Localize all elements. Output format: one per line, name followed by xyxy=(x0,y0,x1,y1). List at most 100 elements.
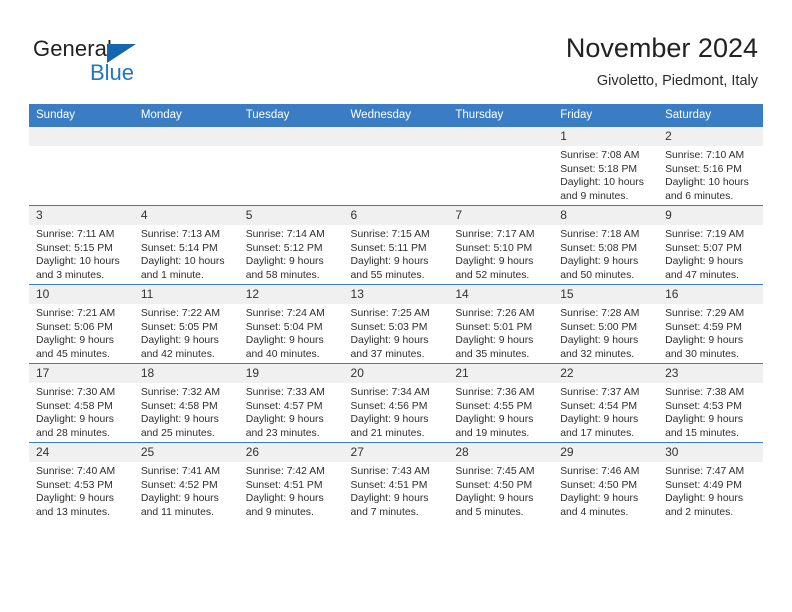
day-number: 5 xyxy=(238,206,344,225)
daylight-duration-line1: Daylight: 9 hours xyxy=(140,414,219,426)
calendar-day-cell[interactable]: 20 Sunrise: 7:34 AM Sunset: 4:56 PM Dayligh… xyxy=(343,363,449,443)
sunset-time: Sunset: 5:07 PM xyxy=(665,242,742,254)
day-sun-info: Sunrise: 7:29 AM Sunset: 4:59 PM Daylight:… xyxy=(658,304,763,361)
calendar-day-cell[interactable]: 6 Sunrise: 7:15 AM Sunset: 5:11 PM Daylight… xyxy=(343,205,449,285)
day-sun-info: Sunrise: 7:30 AM Sunset: 4:58 PM Daylight:… xyxy=(29,383,134,440)
daylight-duration-line2: and 6 minutes. xyxy=(665,190,734,202)
calendar-day-cell[interactable]: 1 Sunrise: 7:08 AM Sunset: 5:18 PM Daylight… xyxy=(553,126,659,206)
calendar-day-cell[interactable]: 3 Sunrise: 7:11 AM Sunset: 5:15 PM Daylight… xyxy=(29,205,134,285)
calendar-day-cell[interactable]: 30 Sunrise: 7:47 AM Sunset: 4:49 PM Dayligh… xyxy=(658,442,763,521)
sunset-time: Sunset: 5:00 PM xyxy=(560,321,638,333)
calendar-day-cell[interactable]: 7 Sunrise: 7:17 AM Sunset: 5:10 PM Daylight… xyxy=(448,205,554,285)
day-number: 13 xyxy=(343,285,449,304)
day-number: 15 xyxy=(553,285,659,304)
calendar-page: General Blue November 2024 Givoletto, Pi… xyxy=(0,0,792,612)
day-sun-info: Sunrise: 7:46 AM Sunset: 4:50 PM Daylight:… xyxy=(553,462,658,519)
daylight-duration-line2: and 15 minutes. xyxy=(665,427,739,439)
daylight-duration-line1: Daylight: 9 hours xyxy=(36,335,114,347)
calendar-cell-empty[interactable] xyxy=(133,126,239,206)
calendar-day-cell[interactable]: 10 Sunrise: 7:21 AM Sunset: 5:06 PM Dayligh… xyxy=(29,284,134,364)
daylight-duration-line1: Daylight: 9 hours xyxy=(560,414,639,426)
sunset-time: Sunset: 5:05 PM xyxy=(140,321,218,333)
sunset-time: Sunset: 4:51 PM xyxy=(350,479,428,491)
daylight-duration-line1: Daylight: 9 hours xyxy=(140,493,219,505)
calendar-cell-empty[interactable] xyxy=(29,126,134,206)
calendar-day-cell[interactable]: 28 Sunrise: 7:45 AM Sunset: 4:50 PM Dayligh… xyxy=(448,442,554,521)
calendar-day-cell[interactable]: 21 Sunrise: 7:36 AM Sunset: 4:55 PM Dayligh… xyxy=(448,363,554,443)
calendar-day-cell[interactable]: 22 Sunrise: 7:37 AM Sunset: 4:54 PM Dayligh… xyxy=(553,363,659,443)
daylight-duration-line1: Daylight: 9 hours xyxy=(560,256,639,268)
calendar-day-cell[interactable]: 13 Sunrise: 7:25 AM Sunset: 5:03 PM Dayligh… xyxy=(343,284,449,364)
daylight-duration-line1: Daylight: 9 hours xyxy=(455,335,534,347)
sunset-time: Sunset: 5:11 PM xyxy=(350,242,427,254)
daylight-duration-line2: and 5 minutes. xyxy=(455,506,524,518)
day-number: 19 xyxy=(238,364,344,383)
calendar-day-cell[interactable]: 12 Sunrise: 7:24 AM Sunset: 5:04 PM Dayligh… xyxy=(238,284,344,364)
daylight-duration-line1: Daylight: 9 hours xyxy=(665,335,744,347)
calendar-day-cell[interactable]: 16 Sunrise: 7:29 AM Sunset: 4:59 PM Dayligh… xyxy=(658,284,763,364)
sunset-time: Sunset: 4:59 PM xyxy=(665,321,742,333)
calendar-day-cell[interactable]: 25 Sunrise: 7:41 AM Sunset: 4:52 PM Dayligh… xyxy=(133,442,239,521)
daylight-duration-line2: and 3 minutes. xyxy=(36,269,105,281)
sunset-time: Sunset: 4:50 PM xyxy=(455,479,533,491)
sunset-time: Sunset: 5:08 PM xyxy=(560,242,638,254)
sunrise-time: Sunrise: 7:32 AM xyxy=(140,387,220,398)
day-sun-info: Sunrise: 7:32 AM Sunset: 4:58 PM Daylight:… xyxy=(134,383,239,440)
day-number xyxy=(133,127,239,146)
calendar-day-cell[interactable]: 9 Sunrise: 7:19 AM Sunset: 5:07 PM Daylight… xyxy=(658,205,763,285)
day-number: 17 xyxy=(29,364,134,383)
weekday-header-saturday: Saturday xyxy=(658,104,763,127)
day-number: 26 xyxy=(238,443,344,462)
day-number: 23 xyxy=(658,364,763,383)
general-blue-logo[interactable]: General Blue xyxy=(33,36,193,86)
day-sun-info: Sunrise: 7:47 AM Sunset: 4:49 PM Daylight:… xyxy=(658,462,763,519)
calendar-cell-empty[interactable] xyxy=(238,126,344,206)
calendar-day-cell[interactable]: 26 Sunrise: 7:42 AM Sunset: 4:51 PM Dayligh… xyxy=(238,442,344,521)
sunset-time: Sunset: 5:06 PM xyxy=(36,321,113,333)
sunset-time: Sunset: 4:58 PM xyxy=(140,400,218,412)
daylight-duration-line2: and 32 minutes. xyxy=(560,348,635,360)
calendar-day-cell[interactable]: 2 Sunrise: 7:10 AM Sunset: 5:16 PM Daylight… xyxy=(658,126,763,206)
day-sun-info: Sunrise: 7:43 AM Sunset: 4:51 PM Daylight:… xyxy=(344,462,449,519)
daylight-duration-line2: and 7 minutes. xyxy=(350,506,419,518)
calendar-day-cell[interactable]: 19 Sunrise: 7:33 AM Sunset: 4:57 PM Dayligh… xyxy=(238,363,344,443)
calendar-day-cell[interactable]: 5 Sunrise: 7:14 AM Sunset: 5:12 PM Daylight… xyxy=(238,205,344,285)
day-number: 30 xyxy=(658,443,763,462)
day-number: 7 xyxy=(448,206,554,225)
daylight-duration-line1: Daylight: 9 hours xyxy=(665,256,744,268)
calendar-cell-empty[interactable] xyxy=(448,126,554,206)
calendar-day-cell[interactable]: 4 Sunrise: 7:13 AM Sunset: 5:14 PM Daylight… xyxy=(133,205,239,285)
day-number: 25 xyxy=(133,443,239,462)
sunrise-time: Sunrise: 7:34 AM xyxy=(350,387,430,398)
calendar-cell-empty[interactable] xyxy=(343,126,449,206)
calendar-day-cell[interactable]: 11 Sunrise: 7:22 AM Sunset: 5:05 PM Dayligh… xyxy=(133,284,239,364)
sunset-time: Sunset: 5:12 PM xyxy=(245,242,323,254)
calendar-day-cell[interactable]: 24 Sunrise: 7:40 AM Sunset: 4:53 PM Dayligh… xyxy=(29,442,134,521)
sunrise-time: Sunrise: 7:11 AM xyxy=(36,229,115,240)
calendar-day-cell[interactable]: 14 Sunrise: 7:26 AM Sunset: 5:01 PM Dayligh… xyxy=(448,284,554,364)
day-sun-info: Sunrise: 7:42 AM Sunset: 4:51 PM Daylight:… xyxy=(239,462,344,519)
sunrise-time: Sunrise: 7:14 AM xyxy=(245,229,325,240)
sunrise-time: Sunrise: 7:28 AM xyxy=(560,308,640,319)
calendar-week-row: 1 Sunrise: 7:08 AM Sunset: 5:18 PM Daylight… xyxy=(29,126,763,206)
calendar-day-cell[interactable]: 29 Sunrise: 7:46 AM Sunset: 4:50 PM Dayligh… xyxy=(553,442,659,521)
daylight-duration-line2: and 58 minutes. xyxy=(245,269,320,281)
calendar-day-cell[interactable]: 17 Sunrise: 7:30 AM Sunset: 4:58 PM Dayligh… xyxy=(29,363,134,443)
daylight-duration-line2: and 28 minutes. xyxy=(36,427,110,439)
sunrise-time: Sunrise: 7:17 AM xyxy=(455,229,535,240)
daylight-duration-line1: Daylight: 9 hours xyxy=(350,335,429,347)
calendar-day-cell[interactable]: 18 Sunrise: 7:32 AM Sunset: 4:58 PM Dayligh… xyxy=(133,363,239,443)
sunrise-time: Sunrise: 7:24 AM xyxy=(245,308,325,319)
calendar-day-cell[interactable]: 15 Sunrise: 7:28 AM Sunset: 5:00 PM Dayligh… xyxy=(553,284,659,364)
sunrise-time: Sunrise: 7:33 AM xyxy=(245,387,325,398)
day-sun-info: Sunrise: 7:36 AM Sunset: 4:55 PM Daylight:… xyxy=(448,383,553,440)
calendar-day-cell[interactable]: 8 Sunrise: 7:18 AM Sunset: 5:08 PM Daylight… xyxy=(553,205,659,285)
day-number: 29 xyxy=(553,443,659,462)
calendar-day-cell[interactable]: 27 Sunrise: 7:43 AM Sunset: 4:51 PM Dayligh… xyxy=(343,442,449,521)
day-sun-info: Sunrise: 7:08 AM Sunset: 5:18 PM Daylight:… xyxy=(553,146,658,203)
sunset-time: Sunset: 5:01 PM xyxy=(455,321,533,333)
calendar-day-cell[interactable]: 23 Sunrise: 7:38 AM Sunset: 4:53 PM Dayligh… xyxy=(658,363,763,443)
daylight-duration-line2: and 30 minutes. xyxy=(665,348,739,360)
sunrise-time: Sunrise: 7:13 AM xyxy=(140,229,220,240)
day-sun-info: Sunrise: 7:19 AM Sunset: 5:07 PM Daylight:… xyxy=(658,225,763,282)
